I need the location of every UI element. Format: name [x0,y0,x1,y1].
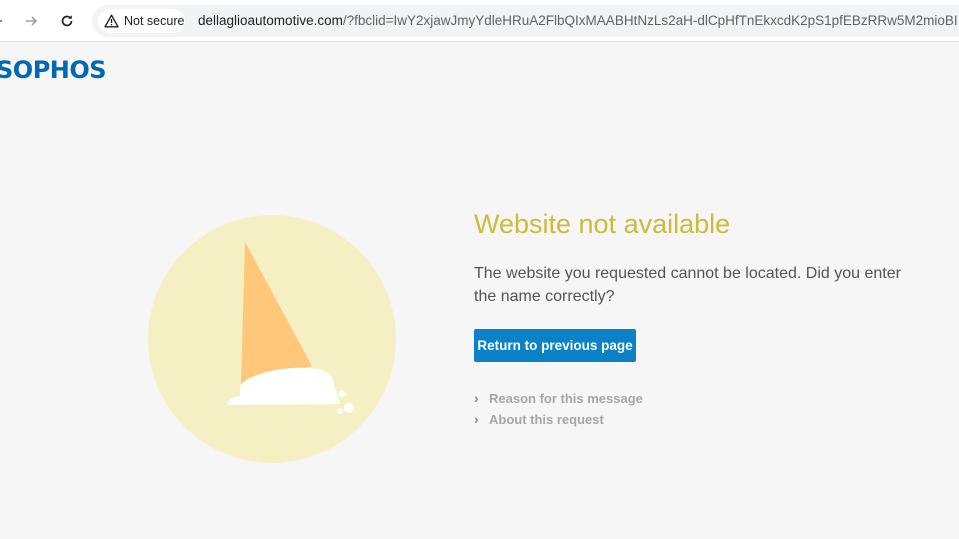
security-indicator[interactable]: Not secure [98,9,185,33]
dropped-ice-cream-illustration [148,215,396,463]
url-path: /?fbclid=IwY2xjawJmyYdleHRuA2FlbQIxMAABH… [342,13,958,28]
reason-link-label: Reason for this message [489,390,643,406]
error-message: The website you requested cannot be loca… [474,265,901,305]
back-button[interactable] [0,8,10,34]
forward-arrow-icon [26,16,38,26]
forward-button[interactable] [18,8,44,34]
url-domain: dellaglioautomotive.com [198,13,343,28]
warning-triangle-icon [104,14,119,28]
chevron-right-icon: › [474,411,479,427]
reload-icon [61,15,73,27]
security-label: Not secure [124,14,185,28]
url-text[interactable]: dellaglioautomotive.com/?fbclid=IwY2xjaw… [198,13,958,28]
return-to-previous-page-button[interactable]: Return to previous page [474,329,636,362]
chevron-right-icon: › [474,390,479,406]
browser-toolbar: Not secure dellaglioautomotive.com/?fbcl… [0,0,959,42]
reason-for-message-link[interactable]: › Reason for this message [474,390,643,406]
back-arrow-icon [0,20,2,22]
splat-drop [337,408,343,414]
address-bar[interactable]: Not secure dellaglioautomotive.com/?fbcl… [92,5,959,37]
page-title: Website not available [474,209,731,239]
about-link-label: About this request [489,411,604,427]
about-this-request-link[interactable]: › About this request [474,411,604,427]
splat-drop [338,390,346,398]
reload-button[interactable] [54,8,80,34]
splat-drop [344,403,354,413]
sophos-logo: SOPHOS [0,56,107,84]
